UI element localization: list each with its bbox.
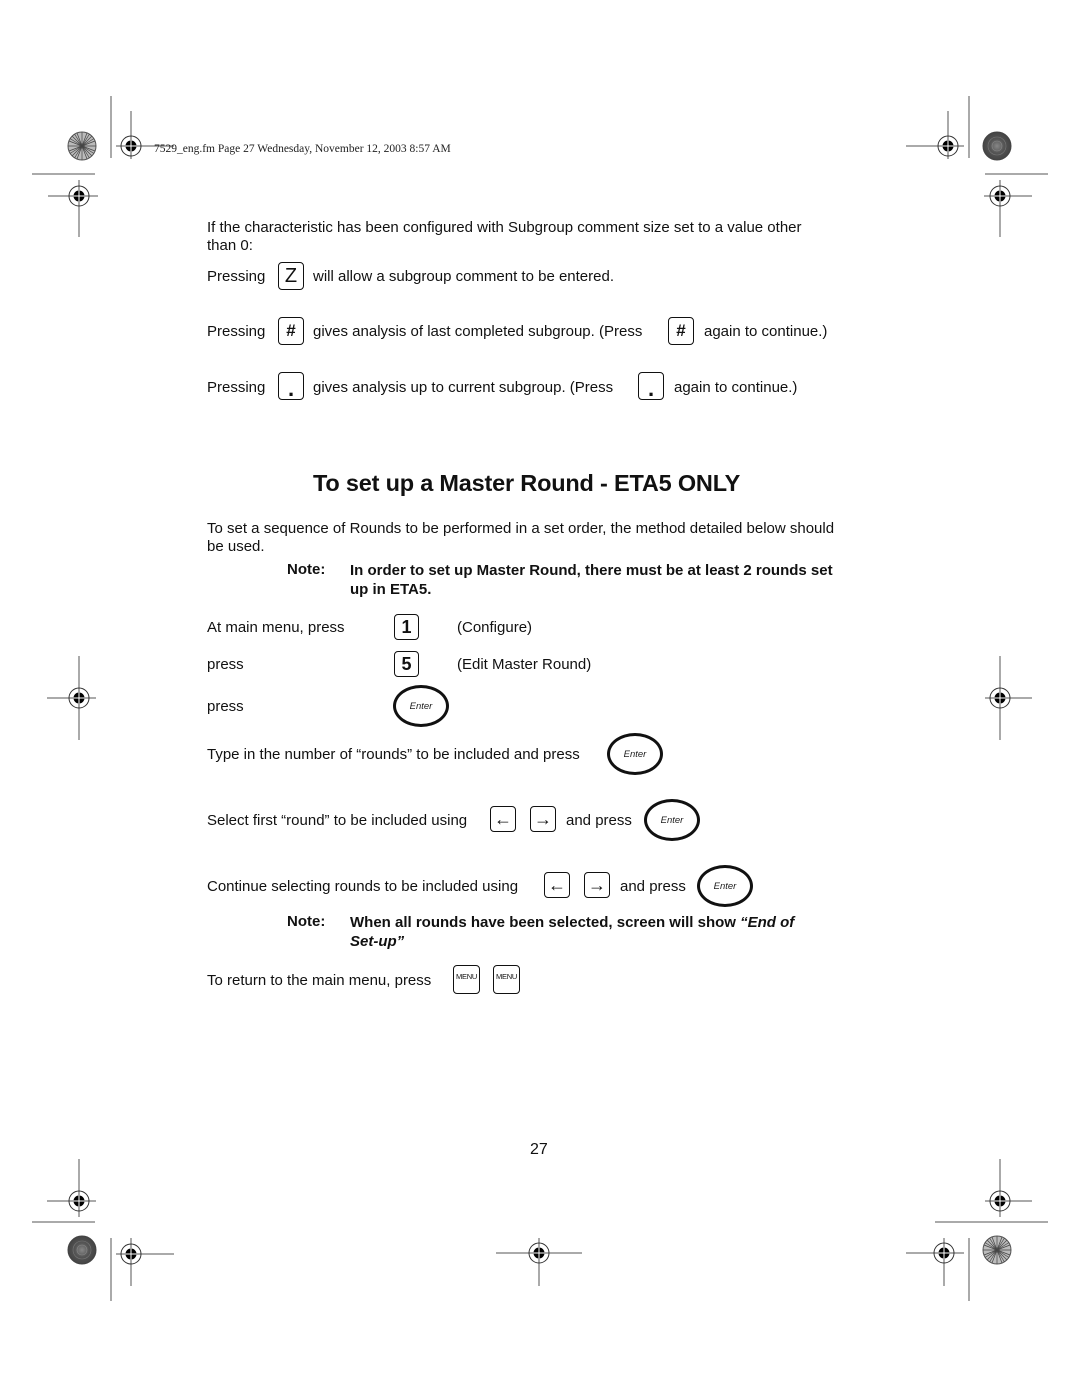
menu-key-2[interactable]: MENU bbox=[493, 965, 520, 994]
enter-key[interactable]: Enter bbox=[644, 799, 700, 841]
enter-key[interactable]: Enter bbox=[393, 685, 449, 727]
note-label: Note: bbox=[287, 561, 326, 578]
registration-mark-mid-right bbox=[985, 656, 1032, 740]
dot-key[interactable]: . bbox=[278, 372, 304, 400]
dot-key-2[interactable]: . bbox=[638, 372, 664, 400]
color-disc-bottom-right bbox=[982, 1235, 1012, 1265]
registration-mark-mid-left bbox=[47, 656, 96, 740]
note-text: When all rounds have been selected, scre… bbox=[350, 914, 736, 931]
step-text: Type in the number of “rounds” to be inc… bbox=[207, 746, 580, 763]
gray-disc-bottom-left bbox=[67, 1235, 97, 1265]
menu-key[interactable]: MENU bbox=[453, 965, 480, 994]
step-text: Continue selecting rounds to be included… bbox=[207, 878, 519, 895]
note-label: Note: bbox=[287, 913, 326, 930]
registration-mark-bottom-center bbox=[496, 1238, 582, 1286]
note-text-line1: When all rounds have been selected, scre… bbox=[350, 913, 794, 932]
note-emphasis: Set-up” bbox=[350, 933, 405, 950]
registration-mark-bottom-right-footer bbox=[906, 1238, 964, 1286]
step-label: press bbox=[207, 698, 244, 715]
step-description: (Configure) bbox=[457, 619, 533, 636]
pressing-label: Pressing bbox=[207, 268, 266, 285]
and-press-text: and press bbox=[620, 878, 686, 895]
z-key-description: will allow a subgroup comment to be ente… bbox=[313, 268, 614, 285]
note-text-line1: In order to set up Master Round, there m… bbox=[350, 562, 833, 579]
print-header-slug: 7529_eng.fm Page 27 Wednesday, November … bbox=[154, 143, 451, 155]
pressing-label: Pressing bbox=[207, 323, 266, 340]
registration-mark-bottom-left bbox=[47, 1159, 96, 1217]
step-description: (Edit Master Round) bbox=[457, 656, 592, 673]
right-arrow-key[interactable]: → bbox=[584, 872, 610, 898]
z-key[interactable]: Z bbox=[278, 262, 304, 290]
note-text-line2: Set-up” bbox=[350, 932, 404, 951]
step-label: press bbox=[207, 656, 244, 673]
left-arrow-key[interactable]: ← bbox=[490, 806, 516, 832]
registration-mark-top-right-header bbox=[906, 111, 964, 159]
hash-key-suffix: again to continue.) bbox=[704, 323, 828, 340]
hash-key[interactable]: # bbox=[278, 317, 304, 345]
hash-key-description: gives analysis of last completed subgrou… bbox=[313, 323, 643, 340]
condition-text-line2: than 0: bbox=[207, 237, 253, 254]
registration-mark-top-right bbox=[984, 180, 1032, 237]
condition-text-line1: If the characteristic has been configure… bbox=[207, 219, 802, 236]
section-paragraph-line1: To set a sequence of Rounds to be perfor… bbox=[207, 520, 835, 537]
color-disc-top-left bbox=[67, 131, 97, 161]
page-number: 27 bbox=[530, 1141, 548, 1158]
key-1[interactable]: 1 bbox=[394, 614, 419, 640]
key-5[interactable]: 5 bbox=[394, 651, 419, 677]
dot-key-suffix: again to continue.) bbox=[674, 379, 798, 396]
step-text: To return to the main menu, press bbox=[207, 972, 432, 989]
registration-mark-top-left bbox=[48, 180, 98, 237]
step-text: Select first “round” to be included usin… bbox=[207, 812, 468, 829]
enter-key[interactable]: Enter bbox=[607, 733, 663, 775]
section-paragraph-line2: be used. bbox=[207, 538, 265, 555]
note-emphasis: “End of bbox=[740, 914, 795, 931]
registration-mark-bottom-left-footer bbox=[116, 1238, 174, 1286]
hash-key-2[interactable]: # bbox=[668, 317, 694, 345]
print-marks bbox=[32, 96, 1048, 1301]
right-arrow-key[interactable]: → bbox=[530, 806, 556, 832]
dot-key-description: gives analysis up to current subgroup. (… bbox=[313, 379, 614, 396]
enter-key[interactable]: Enter bbox=[697, 865, 753, 907]
step-label: At main menu, press bbox=[207, 619, 345, 636]
pressing-label: Pressing bbox=[207, 379, 266, 396]
registration-mark-bottom-right bbox=[985, 1159, 1032, 1217]
left-arrow-key[interactable]: ← bbox=[544, 872, 570, 898]
and-press-text: and press bbox=[566, 812, 632, 829]
gray-disc-top-right bbox=[982, 131, 1012, 161]
note-text-line2: up in ETA5. bbox=[350, 581, 432, 598]
section-title: To set up a Master Round - ETA5 ONLY bbox=[313, 470, 741, 496]
